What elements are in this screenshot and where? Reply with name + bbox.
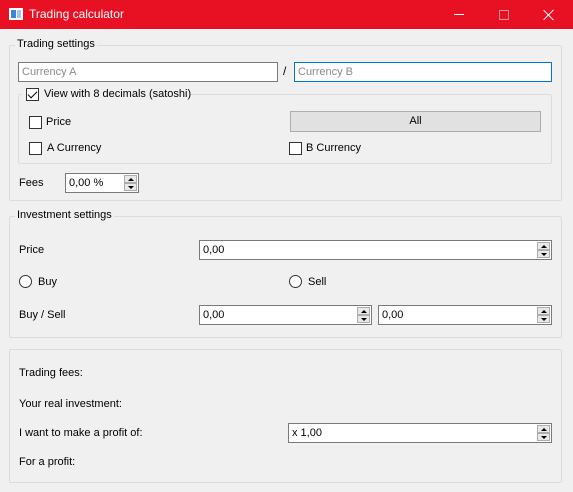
fees-spin-up-button[interactable] — [124, 175, 137, 183]
trading-settings-title: Trading settings — [15, 38, 97, 51]
buy-sell-spinbox-1[interactable]: 0,00 — [199, 305, 372, 325]
spin-down-icon — [540, 435, 547, 439]
price-spin-up-button[interactable] — [537, 242, 550, 250]
maximize-icon — [499, 9, 509, 20]
profit-goal-label: I want to make a profit of: — [19, 427, 143, 439]
spin-down-icon — [127, 185, 134, 189]
b-currency-label: B Currency — [306, 142, 362, 154]
price-spinbox[interactable]: 0,00 — [199, 240, 552, 260]
profit-spin-up-button[interactable] — [537, 425, 550, 433]
price-check-label: Price — [46, 116, 72, 128]
spin-up-icon — [540, 244, 547, 248]
profit-spin-down-button[interactable] — [537, 433, 550, 441]
currency-a-input[interactable]: Currency A — [18, 62, 278, 82]
fees-label: Fees — [19, 177, 44, 189]
buy-sell-2-spin-down-button[interactable] — [537, 315, 550, 323]
currency-b-input[interactable]: Currency B — [294, 62, 552, 82]
satoshi-checkbox[interactable] — [26, 88, 39, 101]
currency-separator: / — [283, 64, 287, 78]
buy-label: Buy — [38, 276, 57, 288]
buy-sell-1-spin-up-button[interactable] — [357, 307, 370, 315]
a-currency-checkbox[interactable] — [29, 142, 42, 155]
fees-spinbox[interactable]: 0,00 % — [65, 173, 139, 193]
all-button[interactable]: All — [290, 111, 541, 132]
price-checkbox[interactable] — [29, 116, 42, 129]
fees-value: 0,00 % — [69, 177, 104, 189]
buy-sell-spinbox-2[interactable]: 0,00 — [378, 305, 552, 325]
price-value: 0,00 — [203, 244, 225, 256]
minimize-button[interactable] — [436, 0, 482, 29]
title-bar[interactable]: Trading calculator — [0, 0, 573, 29]
buy-sell-label: Buy / Sell — [19, 309, 66, 321]
buy-sell-1-spin-down-button[interactable] — [357, 315, 370, 323]
satoshi-label: View with 8 decimals (satoshi) — [44, 88, 192, 100]
window-title: Trading calculator — [29, 7, 124, 21]
spin-up-icon — [540, 309, 547, 313]
spin-down-icon — [540, 317, 547, 321]
profit-multiplier-spinbox[interactable]: x 1,00 — [288, 423, 552, 443]
investment-settings-title: Investment settings — [15, 209, 114, 222]
close-icon — [543, 9, 555, 21]
app-window-icon — [9, 8, 23, 20]
trading-fees-label: Trading fees: — [19, 367, 83, 379]
spin-up-icon — [360, 309, 367, 313]
maximize-button[interactable] — [481, 0, 527, 29]
a-currency-label: A Currency — [47, 142, 102, 154]
buy-sell-value-1: 0,00 — [203, 309, 225, 321]
profit-multiplier-value: x 1,00 — [292, 427, 322, 439]
spin-up-icon — [127, 177, 134, 181]
price-label: Price — [19, 244, 45, 256]
spin-down-icon — [540, 252, 547, 256]
b-currency-checkbox[interactable] — [289, 142, 302, 155]
spin-up-icon — [540, 427, 547, 431]
fees-spin-down-button[interactable] — [124, 183, 137, 191]
spin-down-icon — [360, 317, 367, 321]
close-button[interactable] — [526, 0, 572, 29]
sell-label: Sell — [308, 276, 327, 288]
buy-sell-value-2: 0,00 — [382, 309, 404, 321]
minimize-icon — [454, 14, 464, 15]
results-group — [9, 349, 562, 483]
sell-radio[interactable] — [289, 275, 302, 288]
for-profit-label: For a profit: — [19, 456, 76, 468]
buy-sell-2-spin-up-button[interactable] — [537, 307, 550, 315]
price-spin-down-button[interactable] — [537, 250, 550, 258]
buy-radio[interactable] — [19, 275, 32, 288]
real-investment-label: Your real investment: — [19, 398, 122, 410]
